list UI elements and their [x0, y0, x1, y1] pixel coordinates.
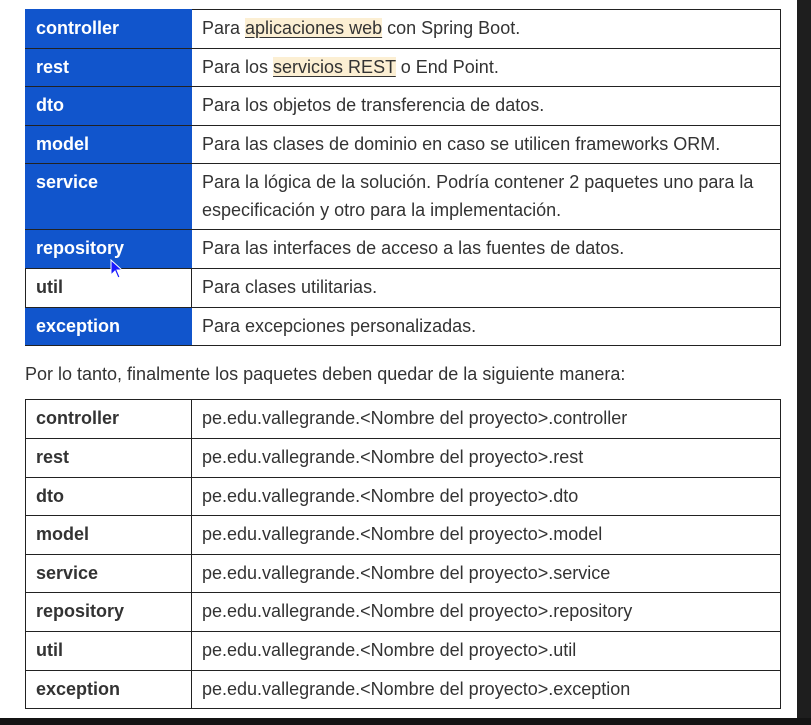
- table-row: controller Para aplicaciones web con Spr…: [25, 9, 781, 49]
- package-path: pe.edu.vallegrande.<Nombre del proyecto>…: [202, 408, 628, 428]
- package-name-cell: exception: [25, 670, 192, 709]
- package-name: controller: [36, 18, 120, 38]
- aplicaciones-web-link[interactable]: aplicaciones web: [245, 18, 383, 38]
- package-name: service: [36, 172, 99, 192]
- package-name: rest: [36, 57, 70, 77]
- table-row: dto pe.edu.vallegrande.<Nombre del proye…: [25, 477, 781, 516]
- package-description-cell: Para las interfaces de acceso a las fuen…: [191, 229, 781, 269]
- package-name-cell: model: [25, 515, 192, 555]
- package-name: repository: [36, 238, 125, 258]
- package-description-cell: Para la lógica de la solución. Podría co…: [191, 163, 781, 230]
- description-text: Para clases utilitarias.: [202, 277, 378, 297]
- package-description-cell: Para clases utilitarias.: [191, 268, 781, 308]
- description-text: Para las interfaces de acceso a las fuen…: [202, 238, 625, 258]
- package-name-cell: util: [25, 268, 192, 308]
- description-text: Para los objetos de transferencia de dat…: [202, 95, 545, 115]
- description-text: Para: [202, 18, 246, 38]
- package-name-cell: service: [25, 163, 192, 230]
- package-path-cell: pe.edu.vallegrande.<Nombre del proyecto>…: [191, 438, 781, 478]
- table-row: model Para las clases de dominio en caso…: [25, 125, 781, 164]
- table-row: service pe.edu.vallegrande.<Nombre del p…: [25, 554, 781, 593]
- package-name: model: [36, 134, 90, 154]
- package-name: util: [36, 277, 63, 297]
- package-name-cell: model: [25, 125, 192, 164]
- table-row: exception Para excepciones personalizada…: [25, 307, 781, 346]
- package-path: pe.edu.vallegrande.<Nombre del proyecto>…: [202, 524, 603, 544]
- description-text: o End Point.: [395, 57, 499, 77]
- package-name: controller: [36, 408, 120, 428]
- description-text: Para los: [202, 57, 274, 77]
- package-paths-table: controller pe.edu.vallegrande.<Nombre de…: [25, 399, 781, 709]
- package-path: pe.edu.vallegrande.<Nombre del proyecto>…: [202, 486, 579, 506]
- window-edge: [797, 0, 811, 725]
- document-page: controller Para aplicaciones web con Spr…: [0, 0, 797, 718]
- table-row: repository pe.edu.vallegrande.<Nombre de…: [25, 592, 781, 632]
- table-row: util Para clases utilitarias.: [25, 268, 781, 308]
- package-name-cell: controller: [25, 399, 192, 439]
- package-name-cell: rest: [25, 438, 192, 478]
- package-name-cell: rest: [25, 48, 192, 87]
- package-name-cell: service: [25, 554, 192, 593]
- package-path-cell: pe.edu.vallegrande.<Nombre del proyecto>…: [191, 554, 781, 593]
- table-row: controller pe.edu.vallegrande.<Nombre de…: [25, 399, 781, 439]
- description-text: Para la lógica de la solución. Podría co…: [202, 172, 754, 220]
- package-name-cell: util: [25, 631, 192, 671]
- package-name-cell: dto: [25, 477, 192, 516]
- package-path: pe.edu.vallegrande.<Nombre del proyecto>…: [202, 679, 631, 699]
- package-name-cell: exception: [25, 307, 192, 346]
- package-description-cell: Para aplicaciones web con Spring Boot.: [191, 9, 781, 49]
- description-text: Para excepciones personalizadas.: [202, 316, 477, 336]
- table-row: rest Para los servicios REST o End Point…: [25, 48, 781, 87]
- package-name-cell: controller: [25, 9, 192, 49]
- table-row: rest pe.edu.vallegrande.<Nombre del proy…: [25, 438, 781, 478]
- package-name: rest: [36, 447, 70, 467]
- package-path: pe.edu.vallegrande.<Nombre del proyecto>…: [202, 447, 584, 467]
- package-name-cell: repository: [25, 229, 192, 269]
- package-path: pe.edu.vallegrande.<Nombre del proyecto>…: [202, 640, 577, 660]
- table-row: util pe.edu.vallegrande.<Nombre del proy…: [25, 631, 781, 671]
- package-path-cell: pe.edu.vallegrande.<Nombre del proyecto>…: [191, 515, 781, 555]
- table-row: model pe.edu.vallegrande.<Nombre del pro…: [25, 515, 781, 555]
- package-description-cell: Para los servicios REST o End Point.: [191, 48, 781, 87]
- package-name: dto: [36, 95, 64, 115]
- package-path: pe.edu.vallegrande.<Nombre del proyecto>…: [202, 601, 633, 621]
- package-description-cell: Para excepciones personalizadas.: [191, 307, 781, 346]
- package-name: model: [36, 524, 90, 544]
- package-path-cell: pe.edu.vallegrande.<Nombre del proyecto>…: [191, 592, 781, 632]
- package-name: service: [36, 563, 99, 583]
- description-text: Para las clases de dominio en caso se ut…: [202, 134, 721, 154]
- package-description-cell: Para las clases de dominio en caso se ut…: [191, 125, 781, 164]
- table-row: service Para la lógica de la solución. P…: [25, 163, 781, 230]
- package-path-cell: pe.edu.vallegrande.<Nombre del proyecto>…: [191, 399, 781, 439]
- package-name: dto: [36, 486, 64, 506]
- table-row: dto Para los objetos de transferencia de…: [25, 86, 781, 126]
- intro-paragraph: Por lo tanto, finalmente los paquetes de…: [25, 364, 626, 384]
- table-row: exception pe.edu.vallegrande.<Nombre del…: [25, 670, 781, 709]
- window-edge: [0, 718, 811, 725]
- package-path: pe.edu.vallegrande.<Nombre del proyecto>…: [202, 563, 611, 583]
- package-description-cell: Para los objetos de transferencia de dat…: [191, 86, 781, 126]
- package-path-cell: pe.edu.vallegrande.<Nombre del proyecto>…: [191, 477, 781, 516]
- packages-table: controller Para aplicaciones web con Spr…: [25, 9, 781, 346]
- table-row: repository Para las interfaces de acceso…: [25, 229, 781, 269]
- servicios-rest-link[interactable]: servicios REST: [273, 57, 396, 77]
- package-name: exception: [36, 316, 121, 336]
- package-name: exception: [36, 679, 121, 699]
- package-name: util: [36, 640, 63, 660]
- mouse-pointer-icon: [110, 259, 124, 279]
- package-path-cell: pe.edu.vallegrande.<Nombre del proyecto>…: [191, 631, 781, 671]
- description-text: con Spring Boot.: [382, 18, 521, 38]
- package-path-cell: pe.edu.vallegrande.<Nombre del proyecto>…: [191, 670, 781, 709]
- package-name-cell: repository: [25, 592, 192, 632]
- package-name: repository: [36, 601, 125, 621]
- package-name-cell: dto: [25, 86, 192, 126]
